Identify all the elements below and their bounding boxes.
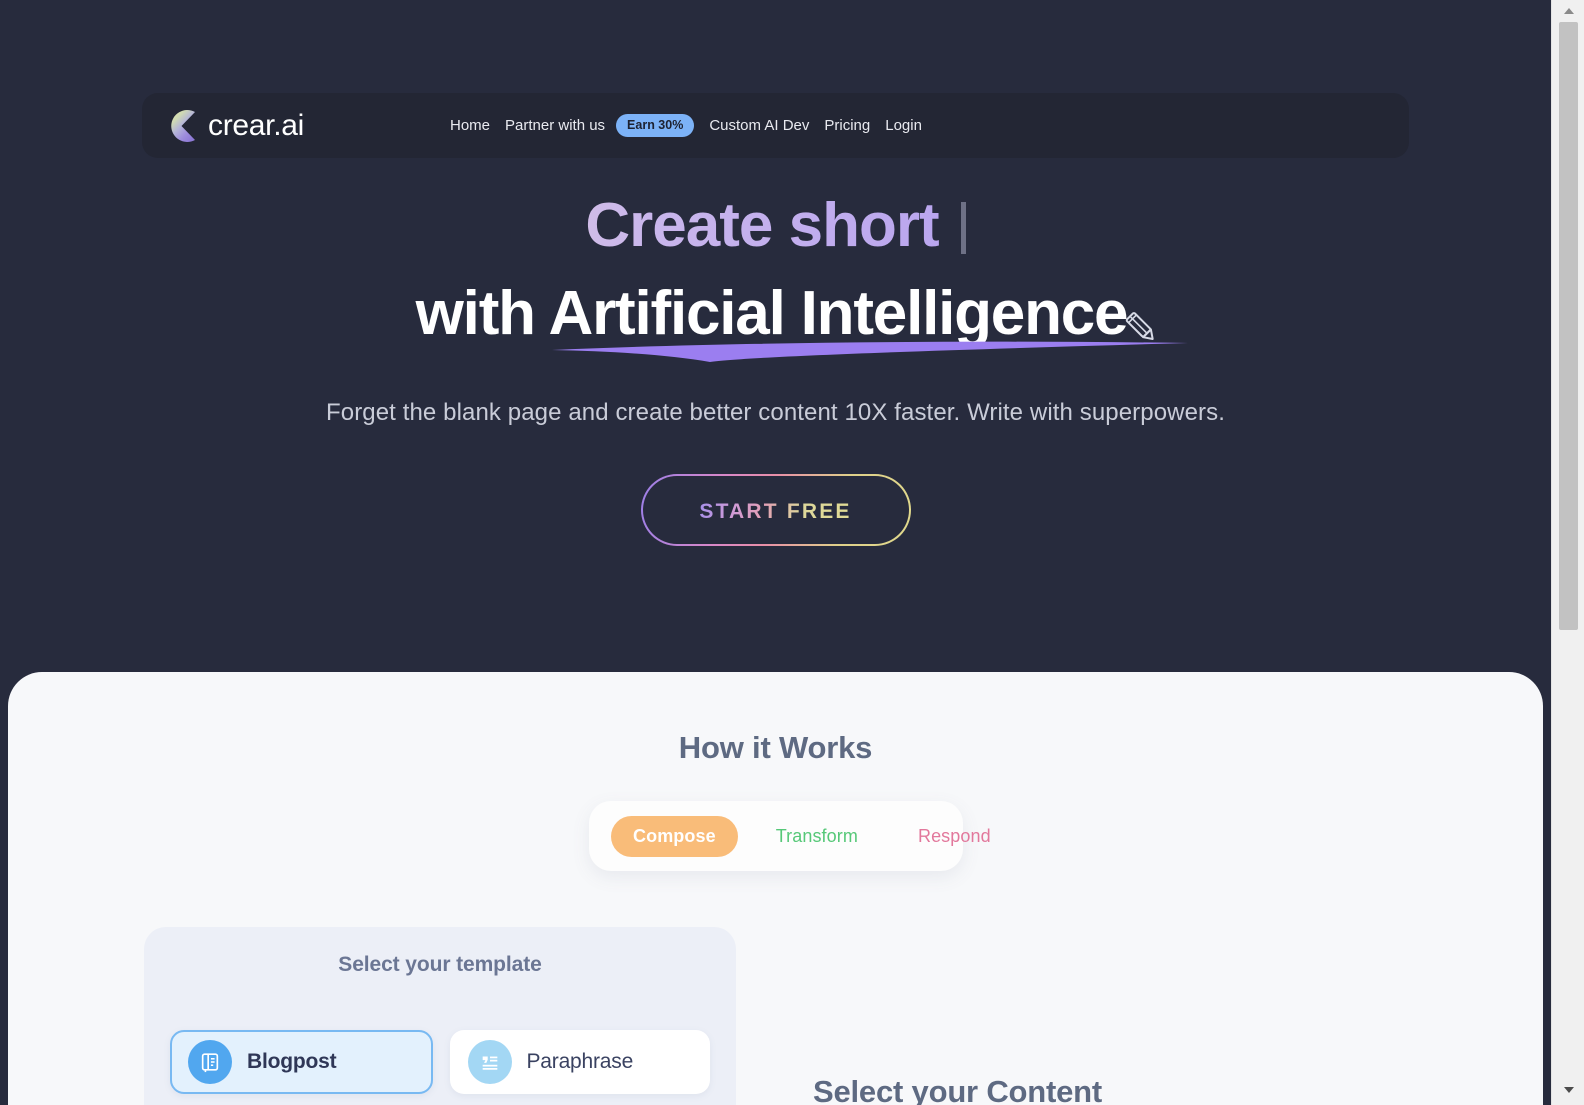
triangle-up-icon xyxy=(1563,8,1574,14)
template-card-blogpost[interactable]: Blogpost xyxy=(170,1030,433,1094)
typing-caret-icon xyxy=(960,202,966,254)
select-content-title: Select your Content xyxy=(813,1074,1103,1105)
hero-cta-wrap: START FREE xyxy=(0,474,1551,546)
brand-name: crear.ai xyxy=(208,108,304,142)
brand[interactable]: crear.ai xyxy=(162,108,304,144)
how-it-works-section: How it Works Compose Transform Respond S… xyxy=(8,672,1543,1105)
tab-respond[interactable]: Respond xyxy=(896,816,1013,857)
crescent-logo-icon xyxy=(162,108,198,144)
hero-headline-line2: with Artificial Intelligence xyxy=(415,278,1188,362)
scrollbar-up-arrow[interactable] xyxy=(1552,2,1584,20)
template-panel-title: Select your template xyxy=(338,953,542,976)
navigation-bar: crear.ai Home Partner with us Earn 30% C… xyxy=(142,93,1409,158)
nav-badge-earn-30[interactable]: Earn 30% xyxy=(616,114,695,137)
start-free-button-label: START FREE xyxy=(699,500,852,523)
template-label-paraphrase: Paraphrase xyxy=(526,1050,634,1073)
nav-item-pricing[interactable]: Pricing xyxy=(824,117,870,134)
nav-links: Home Partner with us Earn 30% Custom AI … xyxy=(450,114,922,137)
template-label-blogpost: Blogpost xyxy=(247,1050,337,1073)
template-list: Blogpost Paraphrase xyxy=(144,1030,736,1094)
headline-underline-swoosh xyxy=(551,341,1188,362)
triangle-down-icon xyxy=(1563,1087,1574,1093)
hero-subtitle: Forget the blank page and create better … xyxy=(325,399,1226,426)
hero-section: crear.ai Home Partner with us Earn 30% C… xyxy=(0,0,1551,700)
pencil-icon xyxy=(1125,312,1154,340)
template-panel: Select your template Blogpost Paraphrase xyxy=(144,927,736,1105)
hero-headline-line2-wrap: with Artificial Intelligence xyxy=(0,278,1551,362)
nav-item-login[interactable]: Login xyxy=(885,117,922,134)
how-it-works-title: How it Works xyxy=(678,730,873,765)
nav-item-home[interactable]: Home xyxy=(450,117,490,134)
template-card-paraphrase[interactable]: Paraphrase xyxy=(449,1030,710,1094)
hero-headline-line2-text: with Artificial Intelligence xyxy=(415,279,1129,348)
nav-item-custom-ai-dev[interactable]: Custom AI Dev xyxy=(709,117,809,134)
page-viewport: crear.ai Home Partner with us Earn 30% C… xyxy=(0,0,1551,1105)
how-it-works-tabs: Compose Transform Respond xyxy=(589,801,991,871)
nav-item-partner-with-us[interactable]: Partner with us xyxy=(505,117,605,134)
browser-scrollbar[interactable] xyxy=(1551,0,1584,1105)
quote-lines-icon xyxy=(467,1040,512,1084)
hero-headline-line1: Create short xyxy=(0,192,1551,260)
scrollbar-thumb[interactable] xyxy=(1559,22,1578,630)
hero-headline-line1-text: Create short xyxy=(585,191,939,260)
scrollbar-down-arrow[interactable] xyxy=(1552,1081,1584,1099)
start-free-button[interactable]: START FREE xyxy=(641,474,911,546)
tab-transform[interactable]: Transform xyxy=(754,816,880,857)
book-icon xyxy=(188,1040,232,1084)
tab-compose[interactable]: Compose xyxy=(611,815,738,857)
